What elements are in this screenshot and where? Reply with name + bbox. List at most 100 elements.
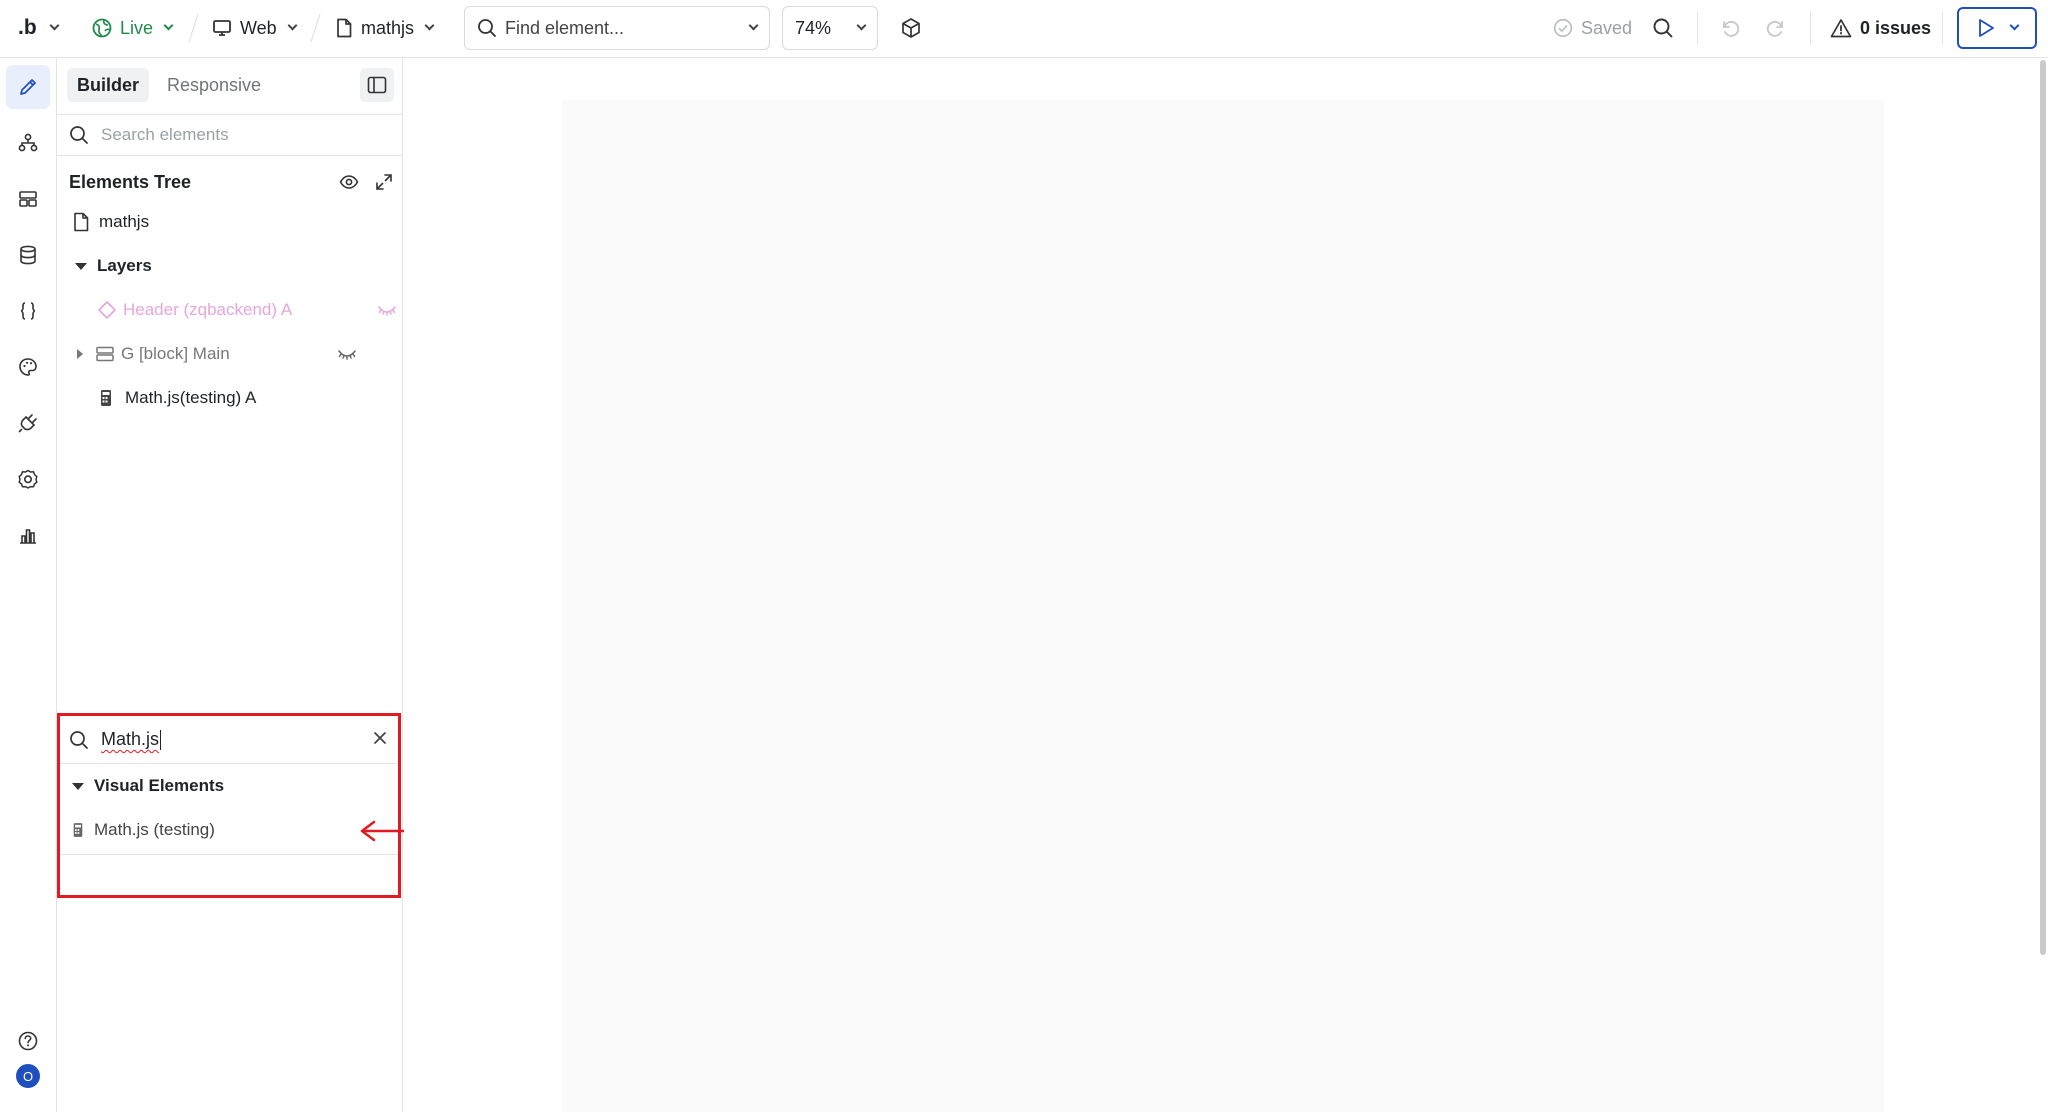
panel-toggle-button[interactable]	[360, 68, 394, 102]
chevron-down-icon	[49, 20, 60, 31]
redo-icon	[1766, 20, 1783, 37]
zoom-dropdown[interactable]: 74%	[782, 6, 878, 50]
design-canvas[interactable]	[404, 58, 2048, 1112]
palette-icon	[19, 358, 37, 376]
results-group-label: Visual Elements	[94, 776, 225, 795]
rail-theme-button[interactable]	[6, 345, 50, 389]
avatar-initial: O	[22, 1068, 34, 1084]
layer-item-mathjs[interactable]: Math.js(testing) A	[99, 380, 256, 416]
user-avatar[interactable]: O	[16, 1064, 40, 1088]
calculator-icon	[101, 390, 111, 406]
tree-root-page[interactable]: mathjs	[73, 204, 149, 240]
find-element-placeholder: Find element...	[505, 17, 625, 38]
app-window: .b Live Web mathjs Find element... 74% S…	[0, 0, 2048, 1112]
chevron-down-icon	[424, 20, 435, 31]
search-icon	[70, 126, 88, 144]
tab-responsive[interactable]: Responsive	[157, 68, 271, 102]
rail-database-button[interactable]	[6, 233, 50, 277]
caret-right-icon	[77, 349, 83, 359]
result-item[interactable]: Math.js (testing)	[72, 820, 215, 840]
logo: .b	[18, 16, 37, 39]
tree-actions	[339, 173, 393, 191]
status-dropdown[interactable]: Live	[92, 0, 174, 56]
chevron-down-icon	[856, 20, 867, 31]
search-query-text: Math.js	[101, 729, 160, 749]
caret-down-icon	[72, 782, 84, 790]
platform-label: Web	[240, 17, 277, 38]
results-group-visual-elements[interactable]: Visual Elements	[72, 776, 224, 796]
chevron-down-icon	[2009, 20, 2019, 31]
status-label: Live	[120, 17, 154, 38]
chevron-down-icon	[748, 20, 759, 31]
sidebar-icon	[367, 76, 387, 94]
search-icon	[478, 19, 496, 37]
rail-settings-button[interactable]	[6, 457, 50, 501]
workflow-icon	[18, 133, 38, 152]
elements-tree-title: Elements Tree	[69, 171, 192, 192]
expand-icon[interactable]	[375, 173, 393, 191]
toolbar-divider	[1697, 12, 1698, 44]
eye-off-icon[interactable]	[377, 304, 397, 316]
plug-icon	[18, 414, 37, 433]
global-search-button[interactable]	[1652, 0, 1674, 56]
breadcrumb-separator	[310, 14, 321, 42]
component-diamond-icon	[98, 301, 116, 319]
toolbar-divider	[1810, 12, 1811, 44]
results-divider	[60, 854, 398, 855]
issues-label: 0 issues	[1860, 17, 1932, 38]
layers-group[interactable]: Layers	[75, 248, 152, 284]
eye-off-icon[interactable]	[337, 348, 357, 360]
calculator-icon	[73, 823, 83, 837]
eye-icon[interactable]	[339, 174, 359, 190]
preview-button[interactable]	[1957, 7, 2037, 49]
3d-view-button[interactable]	[900, 0, 922, 56]
page-label: mathjs	[361, 17, 415, 38]
play-icon	[1978, 19, 1994, 37]
rail-workflow-button[interactable]	[6, 121, 50, 165]
layer-item-main[interactable]: G [block] Main	[77, 336, 417, 372]
file-icon	[74, 212, 89, 232]
gear-icon	[18, 469, 38, 489]
block-icon	[96, 346, 114, 362]
database-icon	[20, 245, 36, 265]
elements-search	[57, 114, 403, 156]
issues-button[interactable]: 0 issues	[1830, 0, 1931, 56]
layer-item-header[interactable]: Header (zqbackend) A	[97, 292, 417, 328]
canvas-scrollbar[interactable]	[2040, 60, 2046, 955]
platform-dropdown[interactable]: Web	[212, 0, 298, 56]
rail-help-button[interactable]	[6, 1019, 50, 1063]
top-bar: .b Live Web mathjs Find element... 74% S…	[0, 0, 2048, 58]
chevron-down-icon	[287, 20, 298, 31]
redo-button[interactable]	[1765, 0, 1787, 56]
layer-item-label: G [block] Main	[121, 344, 230, 363]
canvas-page[interactable]	[562, 100, 1884, 1112]
undo-icon	[1723, 20, 1740, 37]
results-search-field[interactable]: Math.js	[60, 716, 398, 764]
page-dropdown[interactable]: mathjs	[335, 0, 435, 56]
braces-icon	[20, 302, 36, 320]
chevron-down-icon	[163, 20, 174, 31]
search-icon	[70, 730, 88, 749]
pencil-icon	[20, 79, 36, 95]
find-element-dropdown[interactable]: Find element...	[464, 6, 770, 50]
panel-tabs: Builder Responsive	[67, 68, 271, 102]
breadcrumb-separator	[188, 14, 199, 42]
saved-indicator: Saved	[1553, 0, 1632, 56]
logo-menu[interactable]: .b	[18, 0, 60, 56]
warning-icon	[1830, 19, 1852, 38]
results-search-value: Math.js	[101, 729, 162, 750]
layer-item-label: Header (zqbackend) A	[123, 300, 293, 319]
rail-analytics-button[interactable]	[6, 513, 50, 557]
close-icon[interactable]	[372, 730, 388, 746]
saved-label: Saved	[1581, 17, 1633, 38]
search-elements-input[interactable]	[101, 125, 371, 145]
tab-builder[interactable]: Builder	[67, 68, 150, 102]
rail-builder-button[interactable]	[6, 65, 50, 109]
layer-item-label: Math.js(testing) A	[125, 388, 257, 407]
rail-layout-button[interactable]	[6, 177, 50, 221]
rail-code-button[interactable]	[6, 289, 50, 333]
monitor-icon	[213, 20, 231, 36]
undo-button[interactable]	[1719, 0, 1741, 56]
rail-plugins-button[interactable]	[6, 401, 50, 445]
file-icon	[337, 18, 352, 38]
